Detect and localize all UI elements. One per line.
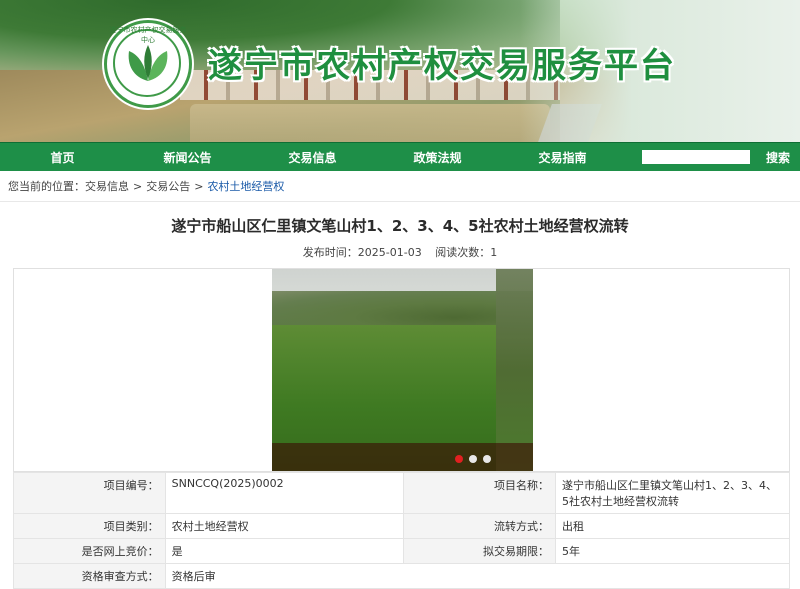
publish-label: 发布时间： [302, 246, 358, 259]
value-project-name: 遂宁市船山区仁里镇文笔山村1、2、3、4、5社农村土地经营权流转 [555, 472, 790, 514]
header-photo-pond [190, 104, 550, 142]
carousel-dot-3[interactable] [483, 455, 491, 463]
search-input[interactable] [642, 150, 750, 164]
value-project-category: 农村土地经营权 [164, 513, 405, 539]
label-project-number: 项目编号： [13, 472, 166, 514]
value-transfer-method: 出租 [555, 513, 790, 539]
carousel-dot-1[interactable] [455, 455, 463, 463]
project-info-table: 项目编号： SNNCCQ(2025)0002 项目名称： 遂宁市船山区仁里镇文笔… [13, 472, 791, 589]
search-button[interactable]: 搜索 [766, 149, 790, 166]
nav-item-trade-info[interactable]: 交易信息 [250, 149, 375, 166]
label-qualification-review: 资格审查方式： [13, 563, 166, 589]
breadcrumb-separator: > [194, 179, 204, 193]
site-logo[interactable]: 遂宁市农村产权交易服务中心 [104, 20, 192, 108]
nav-item-guide[interactable]: 交易指南 [500, 149, 625, 166]
views-count: 1 [490, 246, 498, 259]
breadcrumb-item-trade-notice[interactable]: 交易公告 [146, 178, 190, 194]
table-row: 资格审查方式： 资格后审 [13, 563, 791, 589]
label-transfer-method: 流转方式： [403, 513, 557, 539]
breadcrumb-separator: > [133, 179, 143, 193]
article-meta: 发布时间：2025-01-03 阅读次数：1 [0, 244, 800, 260]
breadcrumb-item-trade-info[interactable]: 交易信息 [85, 178, 129, 194]
label-project-category: 项目类别： [13, 513, 166, 539]
views-field: 阅读次数：1 [435, 246, 497, 259]
label-trade-term: 拟交易期限： [403, 538, 557, 564]
carousel-caption-bar [272, 443, 533, 471]
breadcrumb-prefix: 您当前的位置： [8, 180, 85, 193]
value-trade-term: 5年 [555, 538, 790, 564]
table-row: 项目编号： SNNCCQ(2025)0002 项目名称： 遂宁市船山区仁里镇文笔… [13, 472, 790, 514]
article-title: 遂宁市船山区仁里镇文笔山村1、2、3、4、5社农村土地经营权流转 [171, 217, 629, 235]
publish-date: 2025-01-03 [357, 246, 422, 259]
value-online-bidding: 是 [164, 538, 405, 564]
table-row: 是否网上竞价： 是 拟交易期限： 5年 [13, 538, 790, 564]
publish-date-field: 发布时间：2025-01-03 [303, 246, 422, 259]
breadcrumb-item-current[interactable]: 农村土地经营权 [207, 178, 284, 194]
nav-item-policy[interactable]: 政策法规 [375, 149, 500, 166]
site-header: 遂宁市农村产权交易服务中心 遂宁市农村产权交易服务平台 [0, 0, 800, 142]
photo-next-slide-edge [496, 269, 533, 471]
site-title: 遂宁市农村产权交易服务平台 [208, 46, 676, 86]
carousel-image[interactable] [272, 269, 533, 471]
views-label: 阅读次数： [435, 246, 491, 259]
label-online-bidding: 是否网上竞价： [13, 538, 166, 564]
image-carousel [13, 268, 790, 472]
value-project-number: SNNCCQ(2025)0002 [164, 472, 405, 514]
main-nav: 首页 新闻公告 交易信息 政策法规 交易指南 搜索 [0, 142, 800, 171]
label-project-name: 项目名称： [403, 472, 557, 514]
nav-item-news[interactable]: 新闻公告 [125, 149, 250, 166]
leaf-logo-icon [128, 45, 168, 81]
carousel-dot-2[interactable] [469, 455, 477, 463]
value-qualification-review: 资格后审 [164, 563, 791, 589]
breadcrumb: 您当前的位置： 交易信息 > 交易公告 > 农村土地经营权 [0, 171, 800, 202]
table-row: 项目类别： 农村土地经营权 流转方式： 出租 [13, 513, 790, 539]
carousel-dots [455, 455, 491, 463]
nav-item-home[interactable]: 首页 [0, 149, 125, 166]
